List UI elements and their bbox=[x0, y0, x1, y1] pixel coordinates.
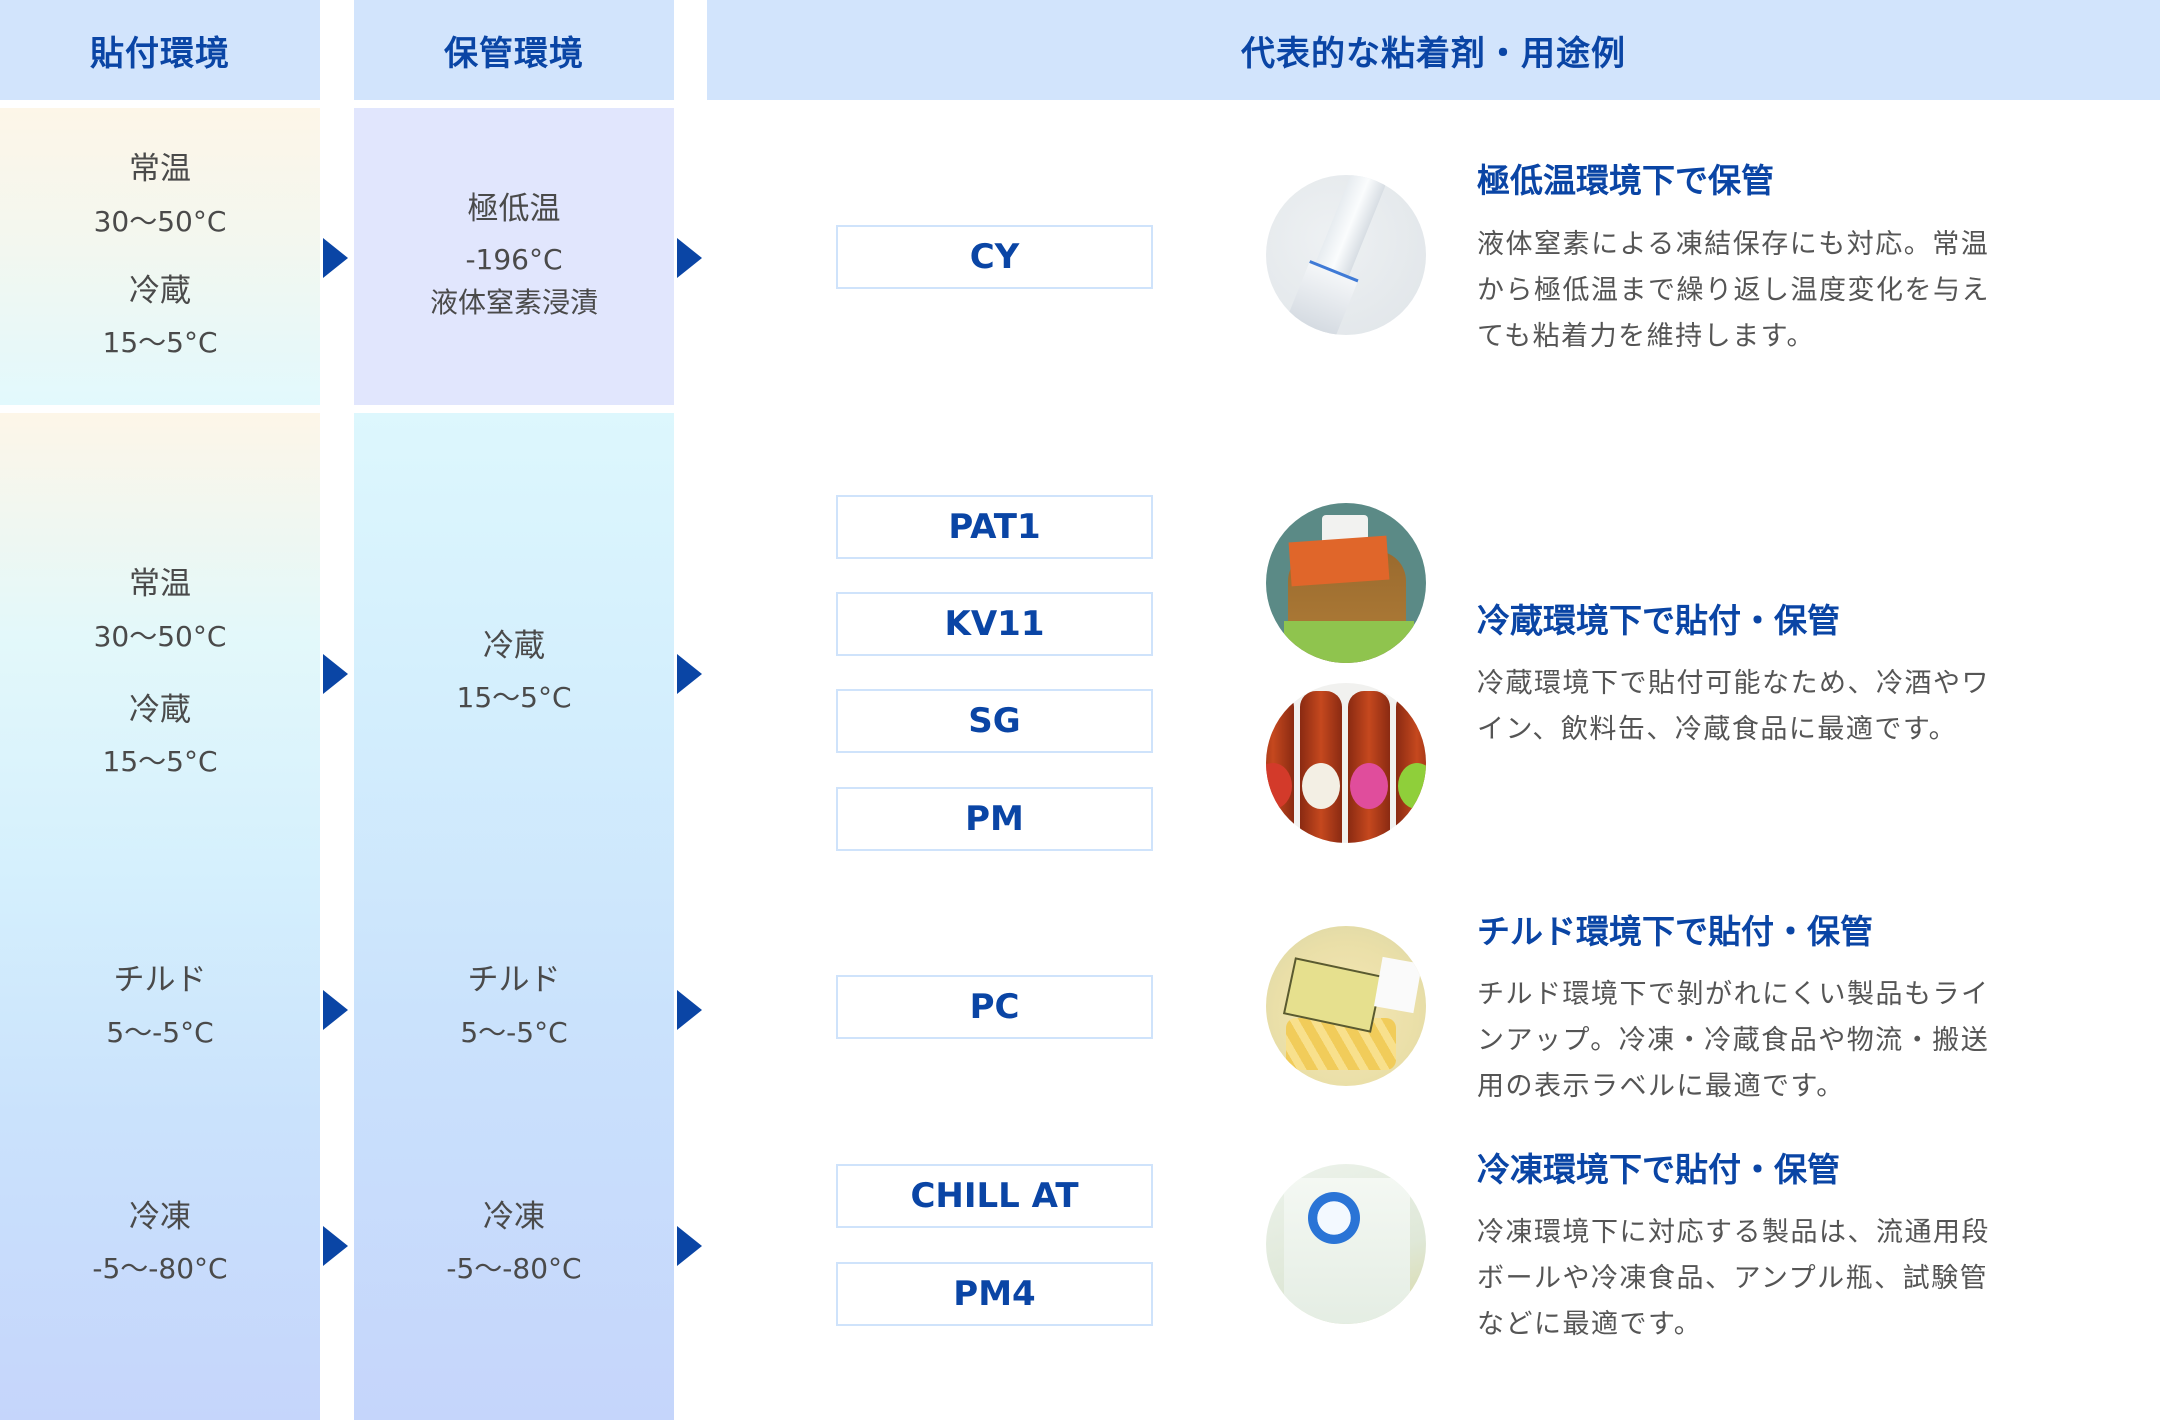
beer-bottles-photo bbox=[1266, 683, 1426, 843]
bottle-label bbox=[1284, 621, 1414, 663]
arrow-right-icon bbox=[323, 1226, 348, 1266]
temperature-seal bbox=[1308, 1192, 1360, 1244]
apply-env-name: 冷蔵 bbox=[129, 273, 191, 309]
price-label bbox=[1373, 956, 1423, 1014]
apply-env-name: 冷凍 bbox=[129, 1199, 191, 1235]
chilled-pasta-photo bbox=[1266, 926, 1426, 1086]
adhesive-tag-cy[interactable]: CY bbox=[836, 225, 1153, 289]
header-storage-env-label: 保管環境 bbox=[444, 33, 584, 74]
header-storage-env: 保管環境 bbox=[354, 0, 674, 100]
frozen-box-photo bbox=[1266, 1164, 1426, 1324]
apply-env-range: -5〜-80°C bbox=[92, 1252, 228, 1285]
use-case-title: 極低温環境下で保管 bbox=[1477, 161, 1774, 200]
promo-label bbox=[1288, 535, 1390, 587]
storage-env-range: -5〜-80°C bbox=[446, 1252, 582, 1285]
description-line: ンアップ。冷凍・冷蔵食品や物流・搬送 bbox=[1477, 1025, 1990, 1056]
adhesive-tag-chill-at[interactable]: CHILL AT bbox=[836, 1164, 1153, 1228]
description-line: 液体窒素による凍結保存にも対応。常温 bbox=[1477, 229, 1990, 260]
apply-env-range: 30〜50°C bbox=[93, 205, 227, 238]
arrow-right-icon bbox=[677, 1226, 702, 1266]
header-adhesives-uses-label: 代表的な粘着剤・用途例 bbox=[1241, 33, 1626, 74]
description-line: イン、飲料缶、冷蔵食品に最適です。 bbox=[1477, 714, 1958, 745]
storage-env-name: 冷蔵 bbox=[483, 628, 545, 664]
header-adhesives-uses: 代表的な粘着剤・用途例 bbox=[707, 0, 2160, 100]
header-apply-env: 貼付環境 bbox=[0, 0, 320, 100]
storage-env-name: 冷凍 bbox=[483, 1199, 545, 1235]
adhesive-tag-pm[interactable]: PM bbox=[836, 787, 1153, 851]
description-line: などに最適です。 bbox=[1477, 1309, 1703, 1340]
arrow-right-icon bbox=[323, 990, 348, 1030]
arrow-right-icon bbox=[323, 654, 348, 694]
arrow-right-icon bbox=[677, 654, 702, 694]
adhesive-tag-pm4[interactable]: PM4 bbox=[836, 1262, 1153, 1326]
description-line: 用の表示ラベルに最適です。 bbox=[1477, 1071, 1845, 1102]
use-case-description: 冷蔵環境下で貼付可能なため、冷酒やワ イン、飲料缶、冷蔵食品に最適です。 bbox=[1477, 661, 2037, 753]
apply-env-range: 30〜50°C bbox=[93, 620, 227, 653]
use-case-description: チルド環境下で剝がれにくい製品もライ ンアップ。冷凍・冷蔵食品や物流・搬送 用の… bbox=[1477, 972, 2037, 1110]
storage-env-range: 5〜-5°C bbox=[460, 1016, 568, 1049]
ampoule-photo bbox=[1266, 175, 1426, 335]
use-case-title: 冷凍環境下で貼付・保管 bbox=[1477, 1150, 1840, 1189]
storage-env-name: チルド bbox=[467, 962, 561, 998]
use-case-title: 冷蔵環境下で貼付・保管 bbox=[1477, 601, 1840, 640]
description-line: チルド環境下で剝がれにくい製品もライ bbox=[1477, 979, 1990, 1010]
apply-env-range: 15〜5°C bbox=[102, 745, 218, 778]
storage-env-note: 液体窒素浸漬 bbox=[429, 286, 598, 319]
apply-env-name: チルド bbox=[113, 962, 207, 998]
tea-bottle-photo bbox=[1266, 503, 1426, 663]
arrow-right-icon bbox=[677, 990, 702, 1030]
description-line: 冷凍環境下に対応する製品は、流通用段 bbox=[1477, 1217, 1990, 1248]
description-line: ボールや冷凍食品、アンプル瓶、試験管 bbox=[1477, 1263, 1989, 1294]
adhesive-tag-sg[interactable]: SG bbox=[836, 689, 1153, 753]
arrow-right-icon bbox=[323, 238, 348, 278]
description-line: から極低温まで繰り返し温度変化を与え bbox=[1477, 275, 1990, 306]
apply-env-range: 5〜-5°C bbox=[106, 1016, 214, 1049]
storage-env-range: -196°C bbox=[465, 243, 563, 276]
description-line: ても粘着力を維持します。 bbox=[1477, 321, 1815, 352]
apply-env-name: 常温 bbox=[129, 151, 191, 187]
apply-env-name: 常温 bbox=[129, 566, 191, 602]
description-line: 冷蔵環境下で貼付可能なため、冷酒やワ bbox=[1477, 668, 1990, 699]
header-apply-env-label: 貼付環境 bbox=[90, 33, 230, 74]
arrow-right-icon bbox=[677, 238, 702, 278]
adhesive-tag-kv11[interactable]: KV11 bbox=[836, 592, 1153, 656]
use-case-title: チルド環境下で貼付・保管 bbox=[1477, 912, 1873, 951]
storage-env-name: 極低温 bbox=[467, 191, 561, 227]
apply-env-range: 15〜5°C bbox=[102, 326, 218, 359]
adhesive-tag-pat1[interactable]: PAT1 bbox=[836, 495, 1153, 559]
storage-env-range: 15〜5°C bbox=[456, 681, 572, 714]
use-case-description: 液体窒素による凍結保存にも対応。常温 から極低温まで繰り返し温度変化を与え ても… bbox=[1477, 222, 2037, 360]
apply-env-name: 冷蔵 bbox=[129, 692, 191, 728]
bottle-label bbox=[1302, 763, 1340, 809]
bottle-label bbox=[1350, 763, 1388, 809]
adhesive-tag-pc[interactable]: PC bbox=[836, 975, 1153, 1039]
use-case-description: 冷凍環境下に対応する製品は、流通用段 ボールや冷凍食品、アンプル瓶、試験管 など… bbox=[1477, 1210, 2037, 1348]
